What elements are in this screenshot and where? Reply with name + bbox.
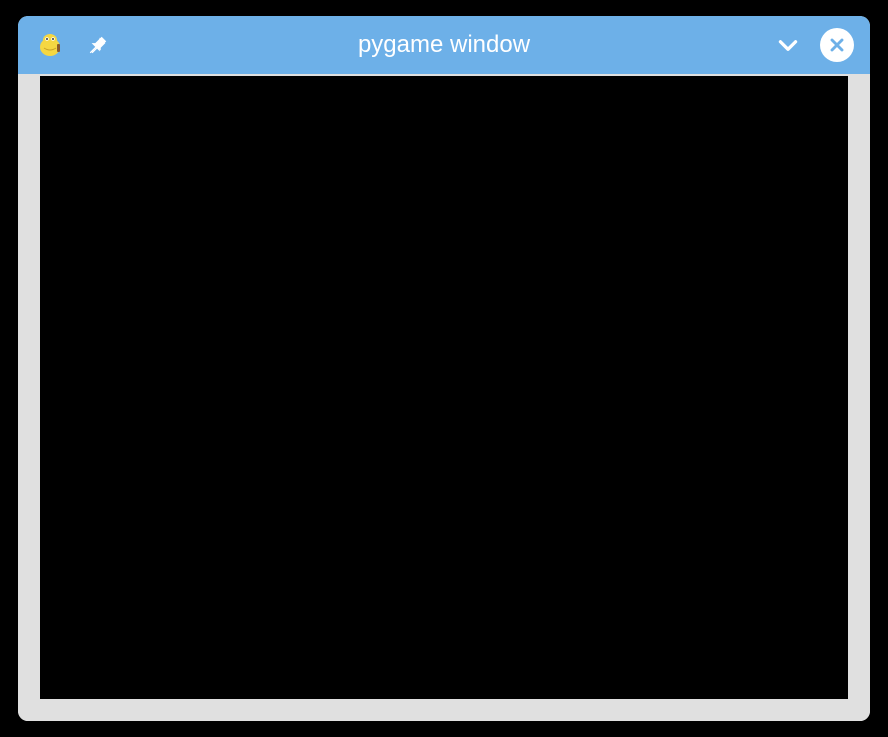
pin-icon[interactable]: [86, 33, 110, 57]
titlebar[interactable]: pygame window: [18, 16, 870, 74]
titlebar-right: [774, 28, 854, 62]
minimize-icon[interactable]: [774, 31, 802, 59]
app-icon: [34, 29, 66, 61]
titlebar-left: [34, 29, 110, 61]
close-button[interactable]: [820, 28, 854, 62]
content-area: [18, 74, 870, 721]
pygame-canvas[interactable]: [40, 76, 848, 699]
pygame-window: pygame window: [18, 16, 870, 721]
window-title: pygame window: [358, 31, 530, 59]
